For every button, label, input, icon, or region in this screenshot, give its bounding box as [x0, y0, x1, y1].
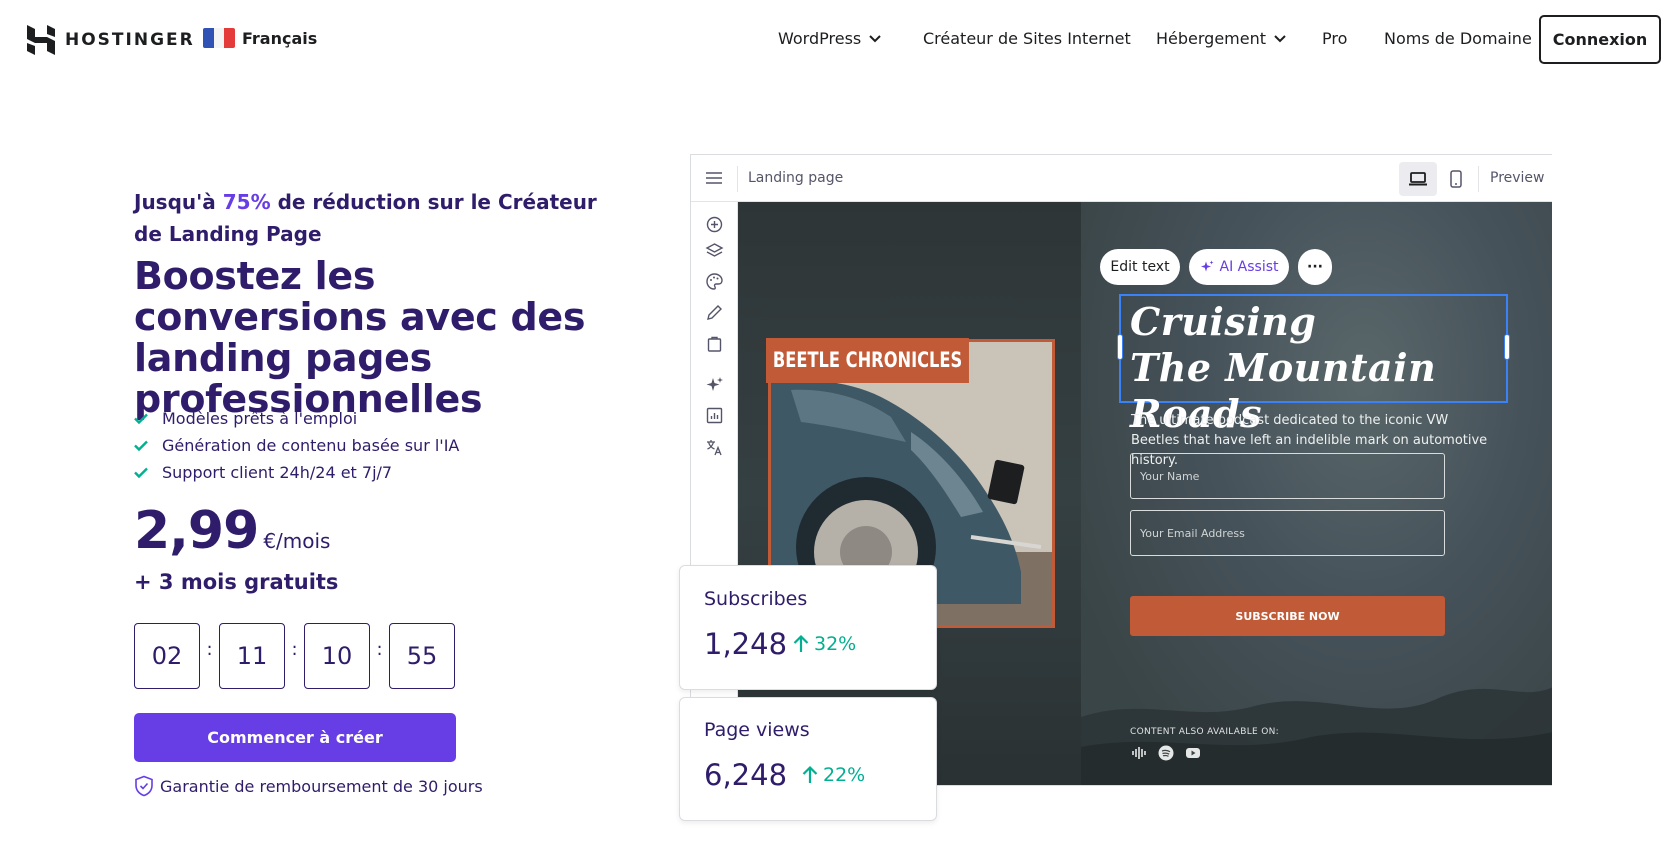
divider — [737, 166, 738, 192]
laptop-icon — [1409, 172, 1427, 186]
desktop-view-button[interactable] — [1399, 162, 1437, 196]
start-creating-button[interactable]: Commencer à créer — [134, 713, 456, 762]
mobile-view-button[interactable] — [1437, 162, 1475, 196]
nav-pro[interactable]: Pro — [1322, 29, 1347, 48]
sparkles-icon[interactable] — [705, 375, 724, 394]
hostinger-logo[interactable]: HOSTINGER — [27, 25, 195, 55]
countdown-separator: : — [206, 638, 213, 660]
podcasts-icon[interactable] — [1131, 745, 1147, 761]
stat-card-page-views: Page views 6,248 22% — [679, 697, 937, 821]
price-value: 2,99 — [134, 501, 259, 561]
page-title: Boostez les conversions avec des landing… — [134, 254, 586, 421]
countdown-separator: : — [376, 638, 383, 660]
money-back-guarantee: Garantie de remboursement de 30 jours — [134, 775, 483, 797]
price-unit: €/mois — [263, 529, 331, 553]
hostinger-logo-icon — [27, 25, 55, 55]
language-selector[interactable]: Français — [203, 28, 317, 48]
countdown-timer: 02 : 11 : 10 : 55 — [134, 623, 455, 689]
nav-wordpress[interactable]: WordPress — [778, 29, 881, 48]
feature-label: Génération de contenu basée sur l'IA — [162, 436, 460, 455]
shopping-bag-icon[interactable] — [705, 334, 724, 353]
nav-hosting[interactable]: Hébergement — [1156, 29, 1286, 48]
countdown-minutes: 10 — [304, 623, 370, 689]
subscribe-button[interactable]: SUBSCRIBE NOW — [1130, 596, 1445, 636]
nav-domains-label: Noms de Domaine — [1384, 29, 1532, 48]
login-button[interactable]: Connexion — [1539, 15, 1661, 64]
landing-page-editor-preview: Landing page Preview BEETLE CHRONICLES E… — [690, 154, 1552, 786]
edit-text-button[interactable]: Edit text — [1100, 249, 1180, 285]
countdown-hours: 11 — [219, 623, 285, 689]
stat-change-value: 32% — [814, 633, 857, 655]
spotify-icon[interactable] — [1158, 745, 1174, 761]
stat-label: Page views — [704, 719, 810, 741]
landing-headline-line1: Cruising — [1130, 299, 1317, 344]
podcast-name-tag[interactable]: BEETLE CHRONICLES — [766, 338, 970, 383]
chevron-down-icon — [869, 34, 881, 42]
analytics-icon[interactable] — [705, 406, 724, 425]
language-label: Français — [242, 28, 318, 48]
sparkles-icon — [1200, 260, 1213, 272]
palette-icon[interactable] — [705, 272, 724, 291]
nav-site-builder[interactable]: Créateur de Sites Internet — [923, 29, 1131, 48]
stat-change: 32% — [792, 633, 856, 655]
feature-label: Modèles prêts à l'emploi — [162, 409, 358, 428]
editor-page-title: Landing page — [748, 170, 844, 186]
nav-site-builder-label: Créateur de Sites Internet — [923, 29, 1131, 48]
check-icon — [134, 467, 148, 478]
mobile-phone-icon — [1450, 170, 1462, 188]
divider — [1478, 166, 1479, 192]
chevron-down-icon — [1274, 34, 1286, 42]
nav-wordpress-label: WordPress — [778, 29, 862, 48]
stat-value: 6,248 — [704, 758, 788, 792]
feature-item: Support client 24h/24 et 7j/7 — [134, 459, 459, 486]
ai-assist-button[interactable]: AI Assist — [1189, 249, 1289, 285]
countdown-days: 02 — [134, 623, 200, 689]
check-icon — [134, 413, 148, 424]
layers-icon[interactable] — [705, 242, 724, 261]
more-options-button[interactable]: ··· — [1298, 249, 1332, 285]
feature-label: Support client 24h/24 et 7j/7 — [162, 463, 393, 482]
email-input[interactable]: Your Email Address — [1130, 510, 1445, 556]
guarantee-label: Garantie de remboursement de 30 jours — [160, 776, 483, 796]
france-flag-icon — [203, 28, 235, 48]
pencil-icon[interactable] — [705, 303, 724, 322]
hamburger-menu-icon[interactable] — [705, 171, 723, 185]
bonus-text: + 3 mois gratuits — [134, 570, 339, 594]
arrow-up-icon — [802, 765, 818, 783]
shield-check-icon — [135, 775, 153, 797]
stat-change-value: 22% — [823, 764, 866, 786]
countdown-seconds: 55 — [389, 623, 455, 689]
ai-assist-label: AI Assist — [1219, 259, 1279, 275]
nav-domains[interactable]: Noms de Domaine — [1384, 29, 1532, 48]
promo-prefix: Jusqu'à — [134, 190, 223, 214]
add-element-icon[interactable] — [705, 215, 724, 234]
nav-hosting-label: Hébergement — [1156, 29, 1267, 48]
countdown-separator: : — [291, 638, 298, 660]
name-input[interactable]: Your Name — [1130, 453, 1445, 499]
available-on-label: CONTENT ALSO AVAILABLE ON: — [1130, 727, 1279, 737]
nav-pro-label: Pro — [1322, 29, 1348, 48]
preview-button[interactable]: Preview — [1490, 170, 1545, 186]
stat-change: 22% — [801, 764, 865, 786]
feature-list: Modèles prêts à l'emploi Génération de c… — [134, 405, 459, 486]
promo-discount: 75% — [222, 190, 271, 214]
site-header: HOSTINGER Français WordPress Créateur de… — [0, 0, 1680, 80]
promo-text: Jusqu'à 75% de réduction sur le Créateur… — [134, 186, 604, 250]
youtube-icon[interactable] — [1185, 745, 1201, 761]
brand-name: HOSTINGER — [65, 30, 195, 50]
stat-card-subscribes: Subscribes 1,248 32% — [679, 565, 937, 690]
editor-topbar: Landing page Preview — [691, 155, 1552, 202]
resize-handle-left[interactable] — [1117, 334, 1123, 360]
feature-item: Modèles prêts à l'emploi — [134, 405, 459, 432]
feature-item: Génération de contenu basée sur l'IA — [134, 432, 459, 459]
stat-label: Subscribes — [704, 588, 808, 610]
mountain-silhouette — [1081, 687, 1552, 785]
check-icon — [134, 440, 148, 451]
price: 2,99 €/mois — [134, 505, 330, 557]
translate-icon[interactable] — [705, 438, 724, 457]
arrow-up-icon — [793, 634, 809, 652]
stat-value: 1,248 — [704, 627, 788, 661]
